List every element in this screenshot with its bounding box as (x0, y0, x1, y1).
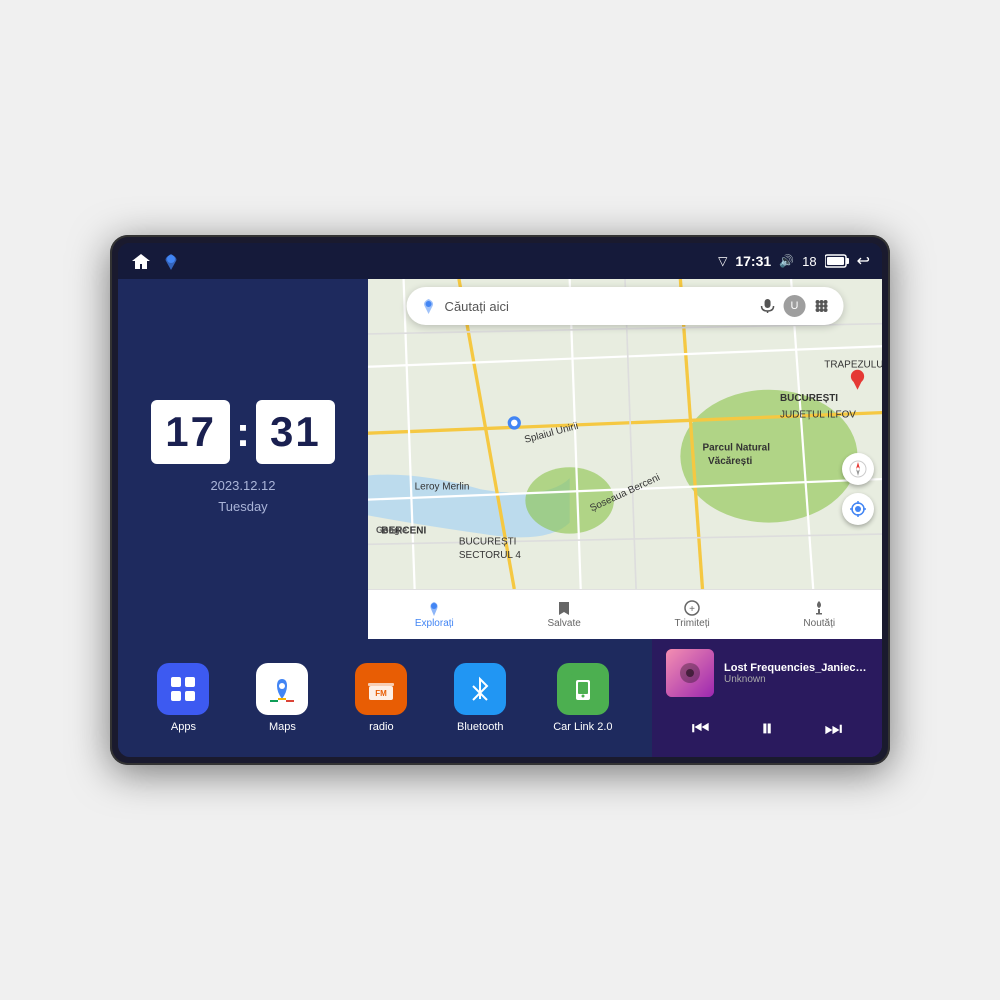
map-nav-news[interactable]: Noutăți (803, 600, 835, 629)
maps-status-icon (162, 252, 180, 270)
apps-label: Apps (171, 721, 196, 733)
svg-text:JUDEȚUL ILFOV: JUDEȚUL ILFOV (780, 409, 856, 420)
location-icon: ▽ (718, 254, 727, 268)
radio-label: radio (369, 721, 393, 733)
music-info: Lost Frequencies_Janieck Devy-... Unknow… (666, 649, 868, 697)
maps-icon (256, 663, 308, 715)
clock-display: 17 : 31 (151, 400, 334, 464)
music-controls: ⏮ ⏸ ⏭ (666, 711, 868, 747)
music-title: Lost Frequencies_Janieck Devy-... (724, 662, 868, 674)
app-item-radio[interactable]: FM radio (355, 663, 407, 733)
app-item-bluetooth[interactable]: Bluetooth (454, 663, 506, 733)
apps-icon (157, 663, 209, 715)
top-row: 17 : 31 2023.12.12 Tuesday (118, 279, 882, 639)
car-head-unit: ▽ 17:31 🔊 18 ↩ 17 (110, 235, 890, 765)
battery-icon (825, 254, 849, 268)
map-bottom-bar: Explorați Salvate + (368, 589, 882, 639)
clock-hour: 17 (151, 400, 230, 464)
locate-button[interactable] (842, 493, 874, 525)
google-logo: Google (376, 525, 407, 535)
map-nav-send[interactable]: + Trimiteți (675, 600, 710, 629)
music-text: Lost Frequencies_Janieck Devy-... Unknow… (724, 662, 868, 685)
svg-text:Leroy Merlin: Leroy Merlin (415, 481, 470, 492)
play-pause-button[interactable]: ⏸ (753, 711, 781, 747)
clock-colon: : (236, 408, 250, 456)
search-placeholder: Căutați aici (445, 299, 509, 314)
status-bar: ▽ 17:31 🔊 18 ↩ (118, 243, 882, 279)
compass-button[interactable] (842, 453, 874, 485)
back-icon[interactable]: ↩ (857, 251, 870, 271)
user-avatar[interactable]: U (783, 295, 805, 317)
svg-text:TRAPEZULUI: TRAPEZULUI (824, 360, 882, 371)
mic-icon[interactable] (759, 298, 775, 314)
bottom-row: Apps (118, 639, 882, 757)
signal-strength: 18 (802, 254, 816, 269)
radio-icon: FM (355, 663, 407, 715)
svg-text:Văcărești: Văcărești (708, 456, 753, 467)
time-display: 17:31 (735, 253, 771, 269)
status-left (130, 252, 180, 270)
svg-text:SECTORUL 4: SECTORUL 4 (459, 550, 521, 561)
status-right: ▽ 17:31 🔊 18 ↩ (718, 251, 870, 271)
svg-text:FM: FM (376, 689, 388, 698)
main-content: 17 : 31 2023.12.12 Tuesday (118, 279, 882, 757)
map-area[interactable]: Parcul Natural Văcărești Leroy Merlin BE… (368, 279, 882, 589)
music-player: Lost Frequencies_Janieck Devy-... Unknow… (652, 639, 882, 757)
carlink-label: Car Link 2.0 (553, 721, 612, 733)
map-nav-saved[interactable]: Salvate (547, 600, 580, 629)
app-icons: Apps (118, 639, 652, 757)
music-thumbnail (666, 649, 714, 697)
next-button[interactable]: ⏭ (816, 714, 850, 745)
map-search-bar[interactable]: Căutați aici U (407, 287, 844, 325)
clock-widget: 17 : 31 2023.12.12 Tuesday (118, 279, 368, 639)
screen: ▽ 17:31 🔊 18 ↩ 17 (118, 243, 882, 757)
volume-icon[interactable]: 🔊 (779, 254, 794, 268)
home-icon[interactable] (130, 252, 152, 270)
prev-button[interactable]: ⏮ (684, 714, 718, 745)
bluetooth-label: Bluetooth (457, 721, 503, 733)
music-artist: Unknown (724, 674, 868, 685)
app-item-apps[interactable]: Apps (157, 663, 209, 733)
svg-text:BUCUREȘTI: BUCUREȘTI (459, 537, 517, 548)
maps-label: Maps (269, 721, 296, 733)
bluetooth-icon (454, 663, 506, 715)
maps-pin-search-icon (421, 298, 437, 314)
grid-icon[interactable] (813, 298, 829, 314)
app-item-carlink[interactable]: Car Link 2.0 (553, 663, 612, 733)
svg-text:Parcul Natural: Parcul Natural (703, 443, 771, 454)
svg-text:+: + (689, 604, 695, 615)
carlink-icon (557, 663, 609, 715)
app-item-maps[interactable]: Maps (256, 663, 308, 733)
map-nav-explore[interactable]: Explorați (415, 600, 454, 629)
clock-minute: 31 (256, 400, 335, 464)
map-widget: Căutați aici U (368, 279, 882, 639)
clock-date: 2023.12.12 Tuesday (210, 476, 275, 518)
svg-text:BUCUREȘTI: BUCUREȘTI (780, 393, 838, 404)
